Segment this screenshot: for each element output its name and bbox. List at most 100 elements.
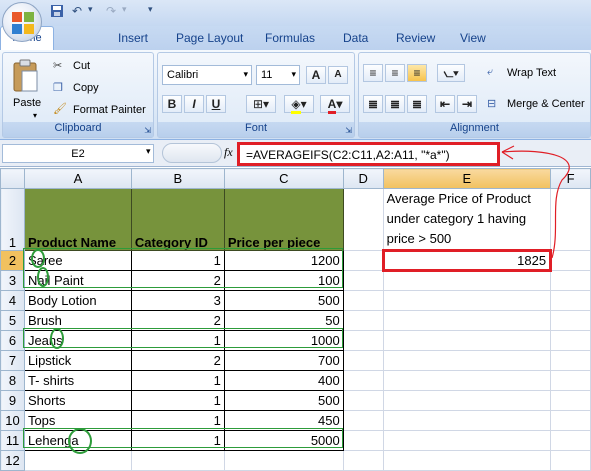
font-name-combo[interactable]: Calibri ▾ [162,65,252,85]
font-name-dropdown-icon[interactable]: ▾ [243,69,248,80]
formula-bar-splitter[interactable] [162,143,222,163]
copy-button[interactable]: Copy [73,82,99,94]
cell[interactable] [550,270,591,291]
cell[interactable] [550,290,591,311]
cell[interactable] [382,270,552,291]
paste-icon[interactable] [11,59,39,96]
product-cell[interactable]: Shorts [23,390,132,411]
cell[interactable] [382,350,552,371]
borders-button[interactable]: ⊞▾ [246,95,276,113]
column-header[interactable]: B [130,168,225,189]
select-all-button[interactable] [0,168,25,189]
header-product-name[interactable]: Product Name [23,188,132,251]
row-header[interactable]: 5 [0,310,25,331]
cell[interactable] [382,310,552,331]
row-header[interactable]: 7 [0,350,25,371]
align-left-icon[interactable]: ≣ [363,95,383,113]
cell[interactable] [550,350,591,371]
price-cell[interactable]: 500 [223,290,344,311]
product-cell[interactable]: Body Lotion [23,290,132,311]
row-header[interactable]: 12 [0,450,25,471]
align-right-icon[interactable]: ≣ [407,95,427,113]
name-box[interactable]: E2 [2,144,154,163]
cell[interactable] [342,290,384,311]
italic-button[interactable]: I [184,95,204,113]
row-header[interactable]: 6 [0,330,25,351]
row-header[interactable]: 10 [0,410,25,431]
tab-view[interactable]: View [460,31,486,45]
row-header[interactable]: 2 [0,250,25,271]
column-header[interactable]: A [23,168,132,189]
clipboard-launcher-icon[interactable]: ⇲ [144,126,151,135]
cell[interactable] [342,330,384,351]
orientation-icon[interactable]: ⦦▾ [437,64,465,82]
format-painter-button[interactable]: Format Painter [73,104,146,116]
product-cell[interactable]: T- shirts [23,370,132,391]
middle-align-icon[interactable]: ≡ [385,64,405,82]
save-icon[interactable] [50,4,64,22]
row-header[interactable]: 9 [0,390,25,411]
row-header[interactable]: 11 [0,430,25,451]
category-cell[interactable]: 1 [130,390,225,411]
formula-input[interactable]: =AVERAGEIFS(C2:C11,A2:A11, "*a*") [237,142,500,166]
font-launcher-icon[interactable]: ⇲ [345,126,352,135]
cell[interactable] [342,370,384,391]
cell[interactable] [342,270,384,291]
customize-qat-icon[interactable]: ▾ [148,4,153,22]
category-cell[interactable]: 1 [130,370,225,391]
price-cell[interactable]: 500 [223,390,344,411]
cell[interactable] [550,310,591,331]
undo-icon[interactable]: ↶ [72,4,82,22]
cell[interactable] [382,390,552,411]
cell[interactable] [550,330,591,351]
cell[interactable] [382,430,552,451]
shrink-font-button[interactable]: A [328,66,348,84]
cut-button[interactable]: Cut [73,60,90,72]
cell[interactable] [382,450,552,471]
paste-dropdown-icon[interactable]: ▾ [33,111,37,120]
tab-review[interactable]: Review [396,31,435,45]
cell[interactable] [382,410,552,431]
cell[interactable] [342,250,384,271]
underline-button[interactable]: U [206,95,226,113]
cell[interactable] [342,390,384,411]
grow-font-button[interactable]: A [306,66,326,84]
cell[interactable] [550,450,591,471]
column-header[interactable]: D [342,168,384,189]
top-align-icon[interactable]: ≡ [363,64,383,82]
cell[interactable] [342,310,384,331]
merge-center-button[interactable]: Merge & Center [507,98,585,110]
name-box-dropdown-icon[interactable]: ▾ [146,146,151,157]
wrap-text-button[interactable]: Wrap Text [507,67,556,79]
row-header[interactable]: 1 [0,188,25,251]
tab-formulas[interactable]: Formulas [265,31,315,45]
cell[interactable] [342,430,384,451]
decrease-indent-icon[interactable]: ⇤ [435,95,455,113]
increase-indent-icon[interactable]: ⇥ [457,95,477,113]
cell[interactable] [130,450,225,471]
cell[interactable] [342,188,384,251]
cell[interactable] [382,290,552,311]
redo-dropdown-icon[interactable]: ▾ [122,4,127,22]
cell[interactable] [342,350,384,371]
cell[interactable] [382,370,552,391]
cell[interactable] [342,450,384,471]
cell[interactable] [342,410,384,431]
cell[interactable] [382,330,552,351]
cell[interactable] [550,410,591,431]
row-header[interactable]: 4 [0,290,25,311]
header-price[interactable]: Price per piece [223,188,344,251]
product-cell[interactable]: Lipstick [23,350,132,371]
office-button[interactable] [2,2,42,42]
header-category-id[interactable]: Category ID [130,188,225,251]
cell[interactable] [223,450,344,471]
fill-color-button[interactable]: ◈▾ [284,95,314,114]
price-cell[interactable]: 700 [223,350,344,371]
redo-icon[interactable]: ↷ [106,4,116,22]
cell[interactable] [550,370,591,391]
insert-function-button[interactable]: fx [224,145,233,160]
tab-insert[interactable]: Insert [118,31,148,45]
row-header[interactable]: 8 [0,370,25,391]
price-cell[interactable]: 400 [223,370,344,391]
tab-page-layout[interactable]: Page Layout [176,31,243,45]
